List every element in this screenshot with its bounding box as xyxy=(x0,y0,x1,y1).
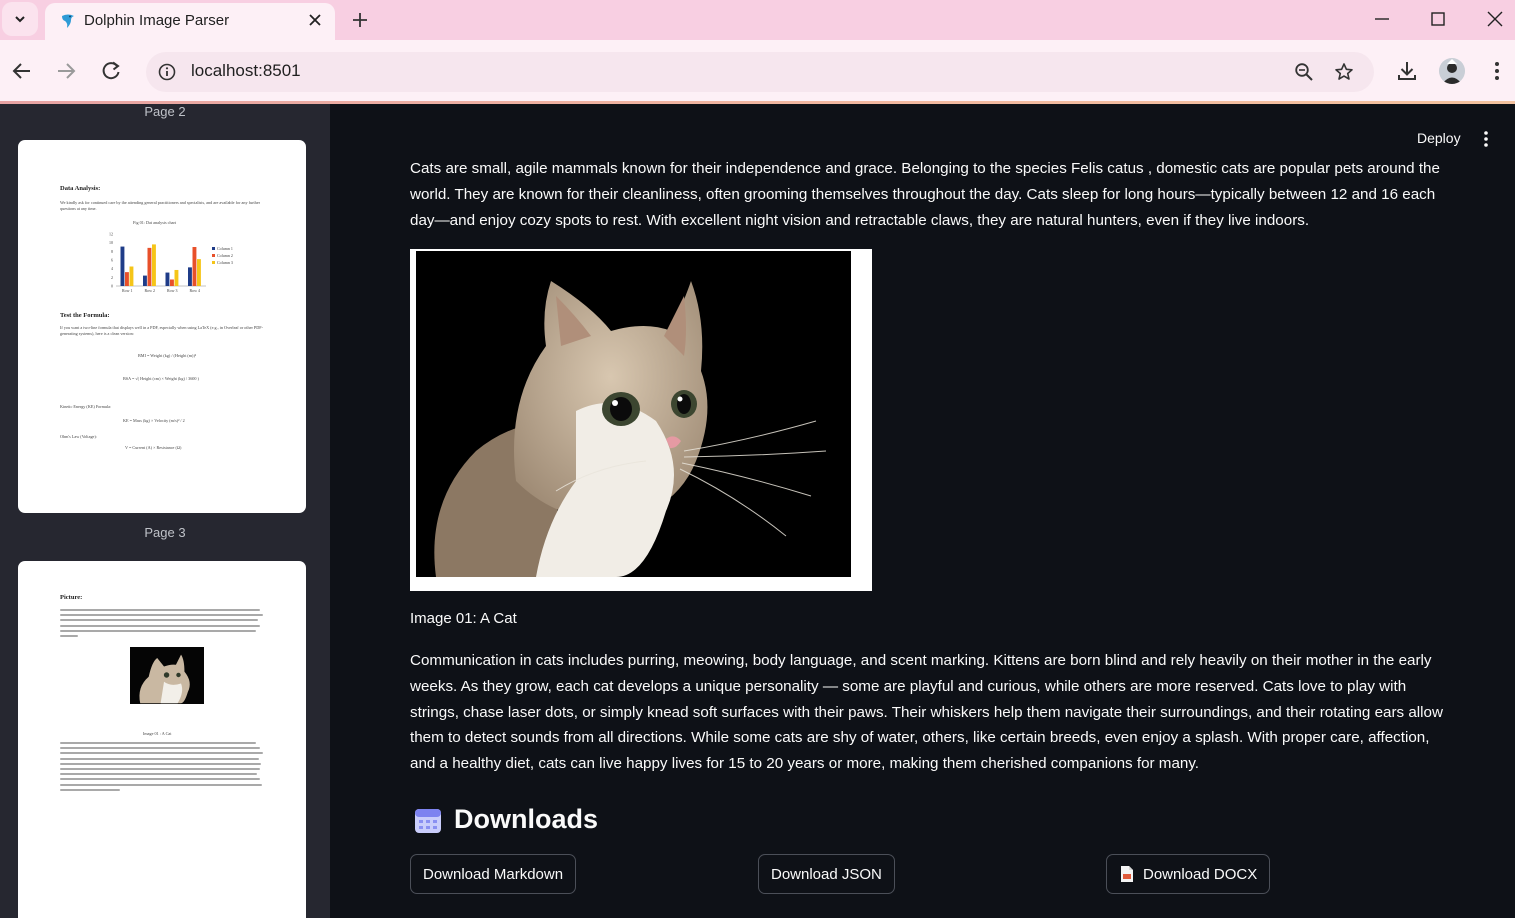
download-docx-label: Download DOCX xyxy=(1143,865,1258,883)
downloads-title: Downloads xyxy=(454,804,599,834)
app-menu-icon[interactable] xyxy=(1480,130,1492,148)
intro-paragraph: Cats are small, agile mammals known for … xyxy=(410,160,1440,229)
chart-bar xyxy=(152,244,156,286)
thumb-formula-text: If you want a two-line formula that disp… xyxy=(60,325,263,336)
zoom-icon[interactable] xyxy=(1294,62,1314,82)
thumb-data-analysis-heading: Data Analysis: xyxy=(60,185,101,192)
forward-arrow-icon[interactable] xyxy=(55,60,77,82)
sidebar: Page 2 Data Analysis: We kindly ask for … xyxy=(0,104,330,918)
chart-y-tick-label: 4 xyxy=(111,266,113,271)
thumb-picture-heading: Picture: xyxy=(60,594,83,601)
chart-bar xyxy=(174,269,179,286)
chart-y-tick-label: 12 xyxy=(109,232,113,237)
bookmark-star-icon[interactable] xyxy=(1334,62,1354,82)
thumb-formula-heading: Test the Formula: xyxy=(60,312,110,319)
chart-y-tick-label: 8 xyxy=(111,249,113,254)
tab-title: Dolphin Image Parser xyxy=(84,12,230,29)
chart-x-tick-label: Row 2 xyxy=(144,288,155,293)
thumb-cat-image xyxy=(130,647,204,704)
chart-legend-swatch xyxy=(212,254,215,257)
back-arrow-icon[interactable] xyxy=(11,60,33,82)
chart-legend-label: Column 2 xyxy=(217,253,233,258)
cat-thumbnail-icon xyxy=(139,654,190,704)
thumb-figure-title: Fig 01: Dat analysis chart xyxy=(133,220,177,225)
thumb-bsa-formula: BSA = √( Height (cm) × Weight (kg) / 360… xyxy=(123,376,199,381)
chart-bar xyxy=(192,247,197,286)
page-2-label: Page 2 xyxy=(144,104,186,119)
chart-bar xyxy=(165,272,170,286)
chart-y-tick-label: 2 xyxy=(111,275,113,280)
tab-search-button[interactable] xyxy=(2,2,38,36)
page-3-thumbnail[interactable]: Picture: Image 01 : A Cat xyxy=(18,561,306,918)
communication-paragraph: Communication in cats includes purring, … xyxy=(410,652,1443,773)
close-window-icon[interactable] xyxy=(1486,10,1504,28)
thumb-communication-text xyxy=(60,742,265,794)
document-icon xyxy=(1121,866,1133,882)
download-markdown-button[interactable]: Download Markdown xyxy=(410,854,577,894)
thumb-data-analysis-text: We kindly ask for continued care by the … xyxy=(60,200,261,211)
deploy-button[interactable]: Deploy xyxy=(1417,130,1461,146)
chart-bar xyxy=(170,279,174,286)
new-tab-icon[interactable] xyxy=(348,8,372,32)
chevron-down-icon xyxy=(15,16,25,23)
download-docx-button[interactable]: Download DOCX xyxy=(1106,854,1271,894)
site-info-icon[interactable] xyxy=(158,63,176,81)
chart-legend-swatch xyxy=(212,261,215,264)
chart-bar xyxy=(197,259,201,286)
address-bar[interactable]: localhost:8501 xyxy=(146,52,1374,92)
minimize-icon[interactable] xyxy=(1373,10,1391,28)
chart-bar xyxy=(147,247,152,286)
download-json-button[interactable]: Download JSON xyxy=(758,854,895,894)
profile-avatar-icon xyxy=(1439,58,1465,84)
cat-photo-icon xyxy=(416,251,851,577)
profile-avatar[interactable] xyxy=(1439,58,1465,84)
cat-image-frame xyxy=(410,249,872,591)
download-json-label: Download JSON xyxy=(771,865,882,883)
image-caption: Image 01: A Cat xyxy=(410,610,517,627)
chart-legend-label: Column 1 xyxy=(217,246,233,251)
url-text[interactable]: localhost:8501 xyxy=(191,61,301,81)
thumb-ohm-formula: V = Current (A) × Resistance (Ω) xyxy=(125,445,182,450)
thumb-bar-chart: 0 2 4 6 8 10 12 Row 1 Row 2 Row 3 Row 4 Column 1 Col… xyxy=(109,232,233,294)
thumb-ke-formula: KE = Mass (kg) × Velocity (m/s)² / 2 xyxy=(123,418,185,423)
calendar-icon xyxy=(415,808,441,833)
chart-bar xyxy=(143,275,147,286)
main-content: Deploy Cats are small, agile mammals kno… xyxy=(330,104,1515,918)
maximize-icon[interactable] xyxy=(1429,10,1447,28)
chart-x-tick-label: Row 4 xyxy=(189,288,200,293)
chart-y-tick-label: 6 xyxy=(111,258,113,263)
thumb-ke-label: Kinetic Energy (KE) Formula: xyxy=(60,404,112,409)
chart-x-tick-label: Row 3 xyxy=(167,288,178,293)
chart-y-tick-label: 0 xyxy=(111,284,113,289)
chart-legend-swatch xyxy=(212,247,215,250)
thumb-bmi-formula: BMI = Weight (kg) / (Height (m))² xyxy=(138,353,197,358)
dolphin-favicon-icon xyxy=(62,14,74,28)
reload-icon[interactable] xyxy=(100,60,122,82)
chart-bar xyxy=(120,246,125,286)
browser-tab[interactable]: Dolphin Image Parser xyxy=(45,3,335,40)
chart-bar xyxy=(125,272,129,286)
chart-y-tick-label: 10 xyxy=(109,240,113,245)
browser-tab-strip: Dolphin Image Parser xyxy=(0,0,1515,40)
downloads-heading: Downloads xyxy=(414,804,598,835)
thumb-picture-text xyxy=(60,609,265,640)
chart-bar xyxy=(129,266,134,286)
close-tab-icon[interactable] xyxy=(307,12,323,28)
thumb-ohm-label: Ohm's Law (Voltage): xyxy=(60,434,97,439)
cat-image xyxy=(416,251,851,577)
browser-toolbar: localhost:8501 xyxy=(0,40,1515,103)
browser-menu-icon[interactable] xyxy=(1485,59,1509,83)
chart-x-tick-label: Row 1 xyxy=(122,288,133,293)
download-icon[interactable] xyxy=(1395,59,1419,83)
chart-legend-label: Column 3 xyxy=(217,260,233,265)
download-markdown-label: Download Markdown xyxy=(423,865,564,883)
chart-bar xyxy=(188,267,192,286)
page-3-label: Page 3 xyxy=(144,525,186,540)
page-2-thumbnail[interactable]: Data Analysis: We kindly ask for continu… xyxy=(18,140,306,513)
thumb-cat-caption: Image 01 : A Cat xyxy=(143,731,172,736)
